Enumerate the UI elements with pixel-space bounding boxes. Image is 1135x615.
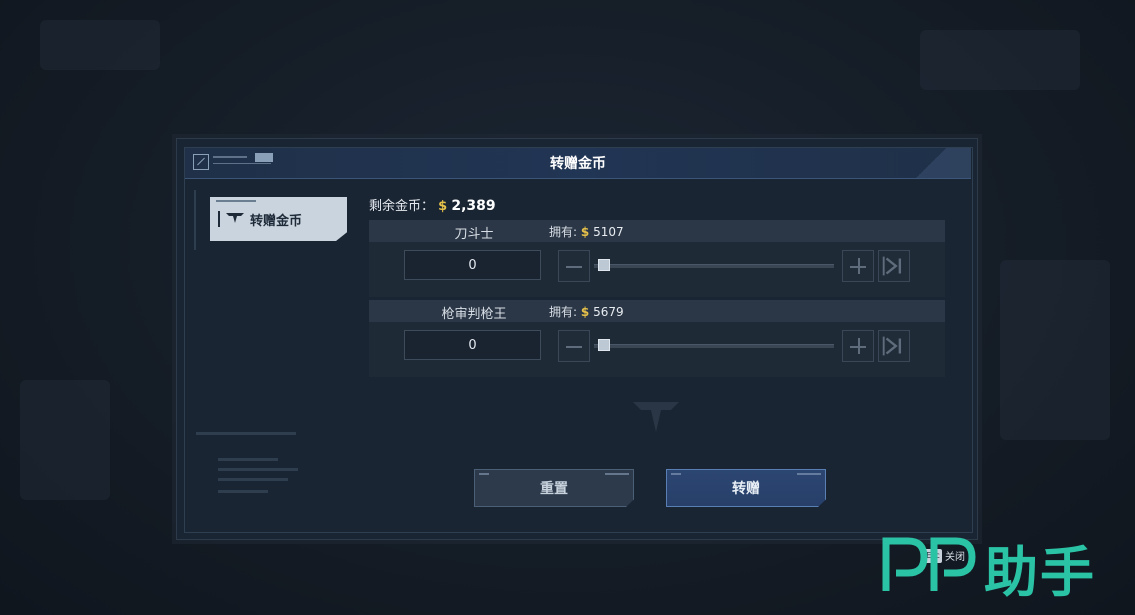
max-button[interactable] — [878, 250, 910, 282]
background-shape — [1000, 260, 1110, 440]
coin-icon: $ — [580, 305, 590, 319]
emblem-icon — [226, 213, 244, 223]
sidebar-tab-transfer-coins[interactable]: 转赠金币 — [210, 197, 347, 241]
decorative-line — [671, 473, 681, 475]
amount-slider-handle[interactable] — [598, 339, 610, 351]
recipient-name: 枪审判枪王 — [441, 307, 507, 322]
background-shape — [20, 380, 110, 500]
owned-label: 拥有: — [549, 225, 578, 239]
transfer-button[interactable]: 转赠 — [666, 469, 826, 507]
max-button[interactable] — [878, 330, 910, 362]
owned-amount: 5679 — [593, 305, 624, 319]
background-shape — [920, 30, 1080, 90]
remaining-coins: 剩余金币： $ 2,389 — [369, 195, 496, 214]
decorative-line — [605, 473, 629, 475]
skip-to-end-icon — [882, 336, 902, 356]
minus-icon — [559, 251, 589, 281]
owned-coins: 拥有: $ 5679 — [549, 303, 624, 320]
tab-indicator — [218, 211, 220, 227]
amount-slider-track[interactable] — [594, 264, 834, 268]
plus-icon — [843, 251, 873, 281]
skip-to-end-icon — [882, 256, 902, 276]
emblem-watermark-icon — [633, 402, 679, 432]
decorative-line — [196, 432, 296, 435]
recipient-name: 刀斗士 — [454, 227, 494, 242]
decorative-line — [797, 473, 821, 475]
owned-coins: 拥有: $ 5107 — [549, 223, 624, 240]
increase-button[interactable] — [842, 330, 874, 362]
owned-amount: 5107 — [593, 225, 624, 239]
background-shape — [40, 20, 160, 70]
dialog-title: 转赠金币 — [550, 156, 606, 172]
reset-button[interactable]: 重置 — [474, 469, 634, 507]
transfer-row-header: 刀斗士 拥有: $ 5107 — [369, 220, 945, 242]
transfer-row: 枪审判枪王 拥有: $ 5679 0 — [369, 300, 945, 377]
decrease-button[interactable] — [558, 250, 590, 282]
remaining-coins-label: 剩余金币： — [369, 199, 435, 214]
transfer-row: 刀斗士 拥有: $ 5107 0 — [369, 220, 945, 297]
pp-logo-icon — [882, 537, 976, 591]
decorative-corner — [891, 148, 971, 178]
decorative-line — [218, 490, 268, 493]
plus-icon — [843, 331, 873, 361]
minus-icon — [559, 331, 589, 361]
transfer-button-label: 转赠 — [732, 481, 760, 497]
remaining-coins-amount: 2,389 — [451, 198, 496, 214]
decrease-button[interactable] — [558, 330, 590, 362]
amount-slider-handle[interactable] — [598, 259, 610, 271]
amount-slider-track[interactable] — [594, 344, 834, 348]
reset-button-label: 重置 — [540, 481, 568, 497]
decorative-line — [218, 468, 298, 471]
decorative-line — [194, 190, 196, 250]
amount-input[interactable]: 0 — [404, 250, 541, 280]
sidebar-tab-label: 转赠金币 — [250, 214, 303, 229]
coin-icon: $ — [438, 199, 448, 214]
decorative-line — [218, 458, 278, 461]
increase-button[interactable] — [842, 250, 874, 282]
amount-input[interactable]: 0 — [404, 330, 541, 360]
decorative-line — [218, 478, 288, 481]
coin-icon: $ — [580, 225, 590, 239]
decorative-line — [479, 473, 489, 475]
owned-label: 拥有: — [549, 305, 578, 319]
transfer-row-header: 枪审判枪王 拥有: $ 5679 — [369, 300, 945, 322]
dialog-titlebar: 转赠金币 — [185, 148, 971, 179]
pp-watermark-text: 助手 — [984, 541, 1096, 604]
decorative-line — [216, 200, 256, 202]
